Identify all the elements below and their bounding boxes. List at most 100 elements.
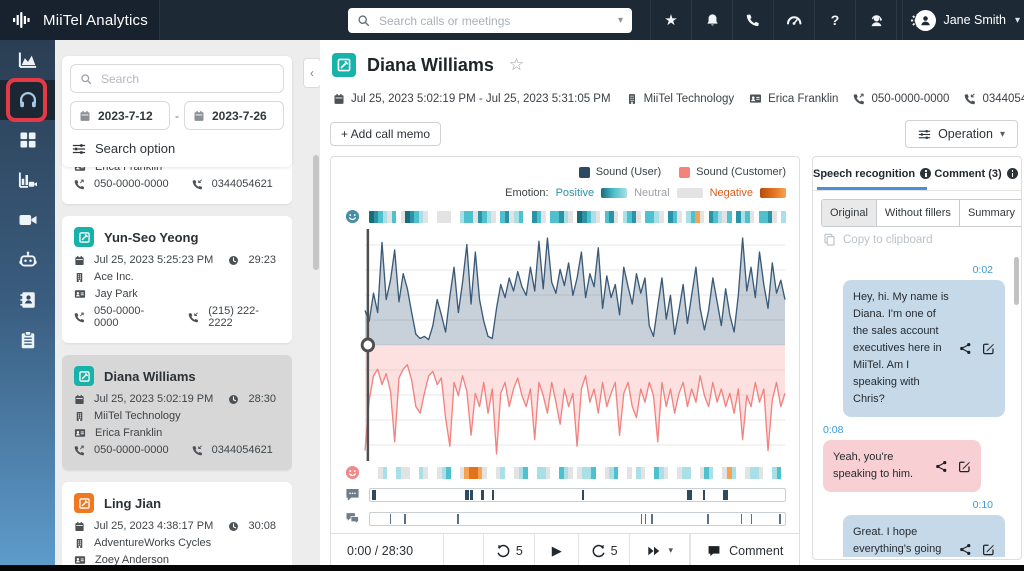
timeline-mark[interactable] — [651, 514, 653, 524]
timeline-mark[interactable] — [390, 514, 392, 524]
play-button[interactable]: ▶ — [535, 534, 579, 567]
list-scrollbar[interactable] — [313, 155, 319, 270]
support-agent-icon[interactable] — [855, 0, 896, 40]
timeline-mark[interactable] — [703, 490, 705, 500]
global-search[interactable]: ▾ — [348, 8, 632, 33]
timeline-mark[interactable] — [404, 514, 406, 524]
transcript-scrollbar[interactable] — [1014, 257, 1019, 305]
timeline-mark[interactable] — [779, 514, 781, 524]
timeline-mark[interactable] — [457, 514, 459, 524]
timeline-mark[interactable] — [741, 514, 743, 524]
calendar-icon — [193, 110, 205, 122]
tab-speech-recognition[interactable]: Speech recognition — [813, 157, 931, 190]
add-call-memo-button[interactable]: + Add call memo — [330, 122, 441, 146]
call-card-datetime-row: Jul 25, 2023 4:38:17 PM30:08 — [74, 520, 280, 532]
call-card-datetime-row: Jul 25, 2023 5:02:19 PM28:30 — [74, 393, 280, 405]
transcript-bubble-user[interactable]: Great. I hope everything's going well on… — [843, 515, 1005, 557]
customer-emotion-strip[interactable] — [369, 467, 786, 479]
comment-button[interactable]: Comment — [691, 534, 799, 567]
rewind-5-button[interactable]: 5 — [484, 534, 535, 567]
phone-number: 0344054621 — [212, 178, 273, 190]
playhead-handle[interactable] — [362, 339, 373, 351]
neutral-swatch — [677, 188, 703, 198]
edit-icon[interactable] — [958, 460, 971, 473]
subtab-without-fillers[interactable]: Without fillers — [877, 200, 960, 226]
timeline-mark[interactable] — [372, 490, 376, 500]
timeline-mark[interactable] — [582, 490, 584, 500]
timeline-mark[interactable] — [723, 490, 728, 500]
list-search-field[interactable] — [70, 64, 284, 93]
sidebar-item-grid[interactable] — [0, 120, 55, 160]
date-to-field[interactable]: 2023-7-26 — [184, 101, 284, 130]
call-type-icon — [74, 493, 94, 513]
favorite-star-icon[interactable]: ☆ — [509, 55, 524, 75]
search-dropdown-caret-icon[interactable]: ▾ — [618, 15, 623, 26]
operation-button[interactable]: Operation ▾ — [905, 120, 1018, 148]
timeline-mark[interactable] — [645, 514, 647, 524]
sound-user-label: Sound (User) — [596, 166, 661, 178]
dashboard-gauge-icon[interactable] — [773, 0, 814, 40]
sidebar-item-clipboard[interactable] — [0, 320, 55, 360]
playback-speed-button[interactable]: ▾ — [630, 534, 690, 567]
transcript-bubble-customer[interactable]: Yeah, you're speaking to him. — [823, 440, 981, 492]
share-icon[interactable] — [959, 543, 972, 556]
user-menu[interactable]: Jane Smith ▾ — [902, 0, 1024, 40]
favorites-star-icon[interactable]: ★ — [650, 0, 691, 40]
call-type-icon — [74, 227, 94, 247]
search-option-button[interactable]: Search option — [72, 141, 282, 156]
copy-to-clipboard-button[interactable]: Copy to clipboard — [823, 233, 1011, 246]
call-card-duration: 29:23 — [248, 254, 276, 266]
brand[interactable]: MiiTel Analytics — [0, 0, 160, 40]
sidebar-item-chart-area[interactable] — [0, 40, 55, 80]
edit-icon[interactable] — [982, 342, 995, 355]
call-list-item[interactable]: Yun-Seo YeongJul 25, 2023 5:25:23 PM29:2… — [62, 216, 292, 343]
help-icon[interactable]: ? — [814, 0, 855, 40]
detail-header: Diana Williams ☆ — [332, 53, 524, 77]
building-icon — [74, 538, 85, 549]
sidebar-item-headphones[interactable] — [0, 80, 55, 120]
subtab-original[interactable]: Original — [822, 200, 877, 226]
timeline-mark[interactable] — [470, 490, 473, 500]
timeline-mark[interactable] — [687, 490, 692, 500]
timeline-mark[interactable] — [707, 514, 709, 524]
share-icon[interactable] — [935, 460, 948, 473]
forward-5-button[interactable]: 5 — [579, 534, 630, 567]
user-emotion-strip[interactable] — [369, 211, 786, 223]
speech-marks-bar[interactable] — [369, 488, 786, 502]
brand-title: MiiTel Analytics — [43, 12, 148, 29]
transcript-bubble-user[interactable]: Hey, hi. My name is Diana. I'm one of th… — [843, 280, 1005, 417]
call-card-phone-customer: (215) 222-2222 — [188, 305, 280, 329]
date-from-field[interactable]: 2023-7-12 — [70, 101, 170, 130]
info-icon[interactable] — [920, 168, 931, 179]
phone-icon[interactable] — [732, 0, 773, 40]
subtab-summary[interactable]: Summary — [960, 200, 1022, 226]
tab-comment[interactable]: Comment (3) — [931, 157, 1021, 190]
sidebar-item-chart-video[interactable] — [0, 160, 55, 200]
timeline-mark[interactable] — [465, 490, 469, 500]
edit-icon[interactable] — [982, 543, 995, 556]
call-list: Erica Franklin050-0000-00000344054621Yun… — [62, 150, 292, 565]
sidebar-item-contacts[interactable] — [0, 280, 55, 320]
share-icon[interactable] — [959, 342, 972, 355]
timeline-mark[interactable] — [641, 514, 643, 524]
notifications-bell-icon[interactable] — [691, 0, 732, 40]
comment-marks-bar[interactable] — [369, 512, 786, 526]
sidebar-item-video[interactable] — [0, 200, 55, 240]
collapse-panel-button[interactable]: ‹ — [303, 58, 320, 88]
transcript-text: Great. I hope everything's going well on… — [853, 524, 951, 557]
sidebar-item-robot[interactable] — [0, 240, 55, 280]
tab-speech-recognition-label: Speech recognition — [813, 168, 915, 180]
call-card-contact: Zoey Anderson — [95, 554, 169, 565]
timeline-mark[interactable] — [481, 490, 484, 500]
call-list-item[interactable]: Diana WilliamsJul 25, 2023 5:02:19 PM28:… — [62, 355, 292, 470]
timeline-mark[interactable] — [751, 514, 753, 524]
call-card-company-row: Ace Inc. — [74, 271, 280, 283]
waveform-chart[interactable] — [365, 229, 785, 461]
video-icon — [18, 210, 38, 230]
info-icon[interactable] — [1007, 168, 1018, 179]
list-search-input[interactable] — [99, 71, 274, 87]
sound-legend: Sound (User) Sound (Customer) — [579, 166, 786, 178]
global-search-input[interactable] — [377, 13, 611, 29]
call-list-item[interactable]: Ling JianJul 25, 2023 4:38:17 PM30:08Adv… — [62, 482, 292, 565]
timeline-mark[interactable] — [492, 490, 494, 500]
